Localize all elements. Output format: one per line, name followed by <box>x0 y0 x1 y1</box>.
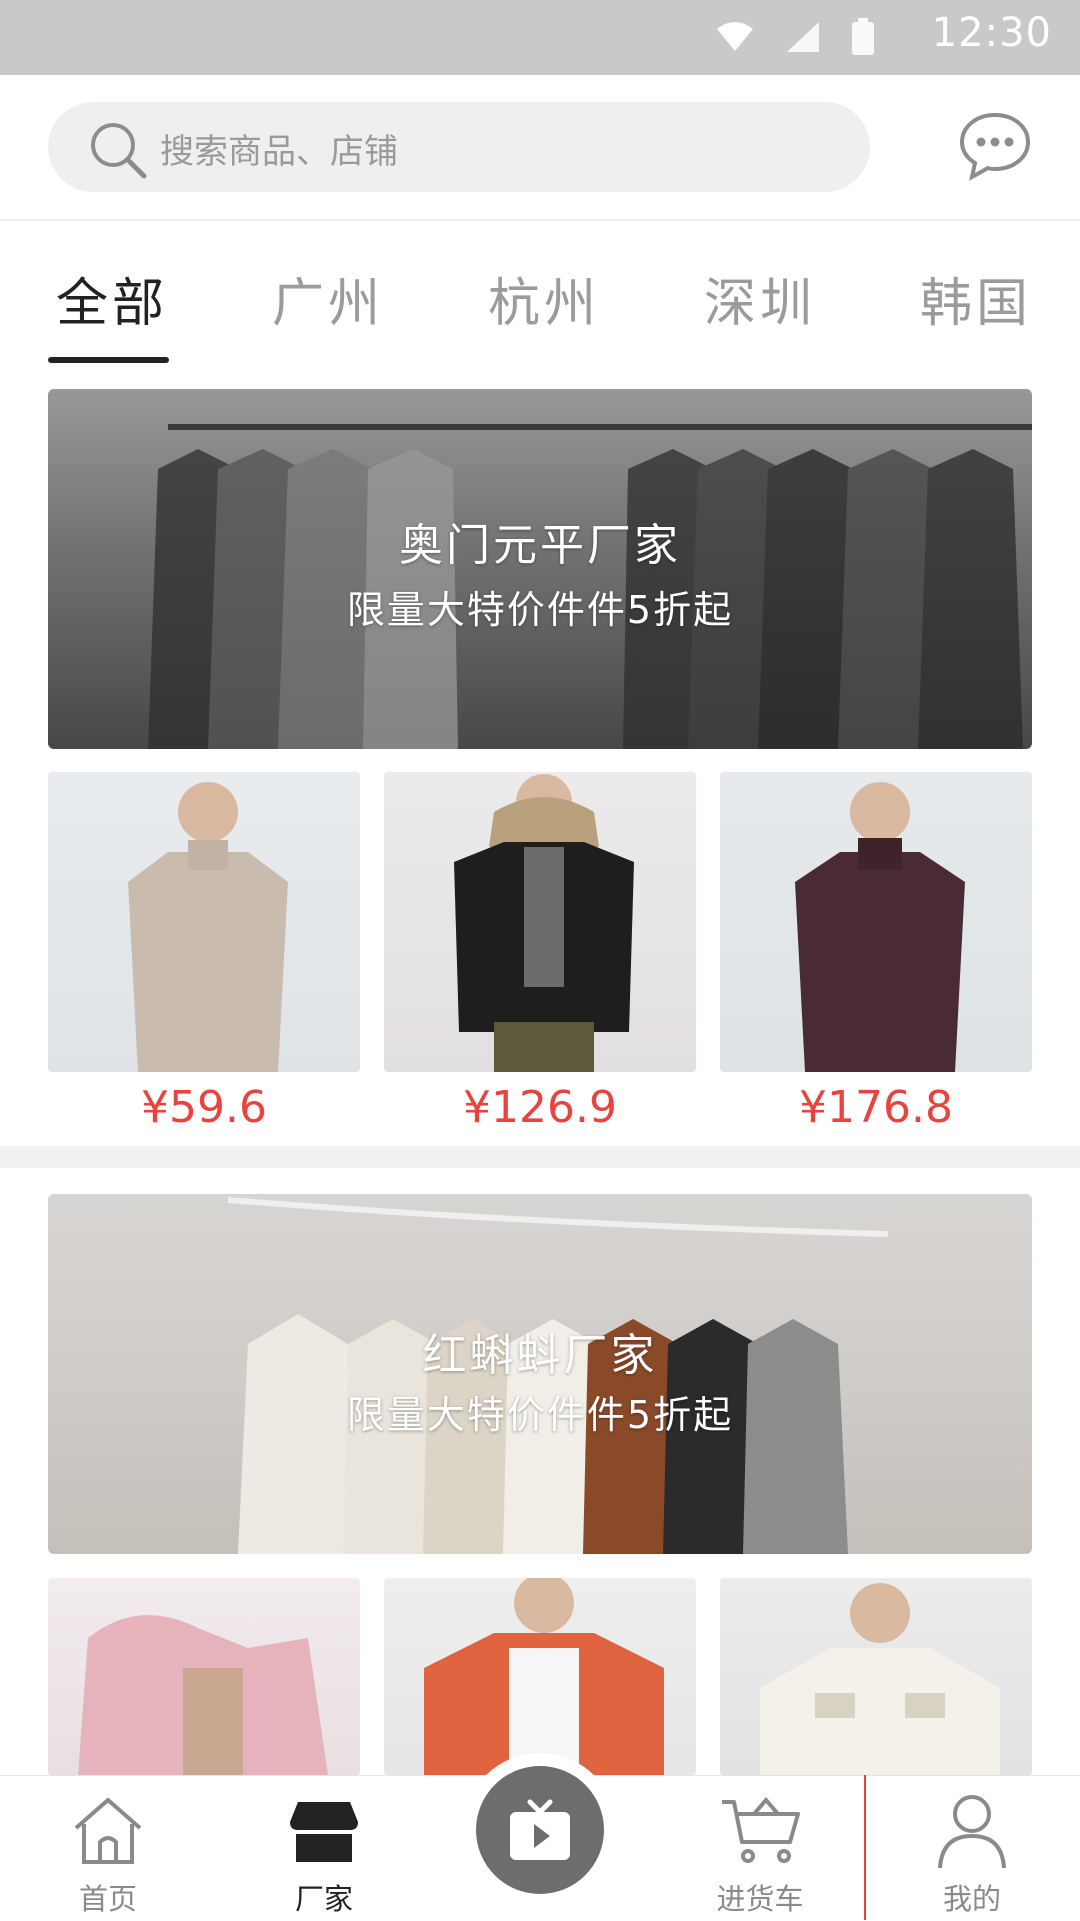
search-icon <box>91 123 147 179</box>
product-price: ¥176.8 <box>799 1082 953 1133</box>
turtleneck-image <box>795 782 965 1072</box>
play-tv-icon <box>510 1799 570 1860</box>
nav-cart[interactable]: 进货车 <box>680 1776 840 1921</box>
nav-cart-label: 进货车 <box>716 1882 804 1916</box>
product-image[interactable] <box>720 1578 1032 1775</box>
factory-name: 红蝌蚪厂家 <box>422 1330 658 1381</box>
factory-name: 奥门元平厂家 <box>399 520 681 571</box>
product-image[interactable] <box>384 1578 696 1775</box>
cart-icon <box>722 1796 800 1863</box>
battery-icon <box>852 18 874 55</box>
tab-all[interactable]: 全部 <box>56 261 168 336</box>
promo-text: 限量大特价件件5折起 <box>346 1393 734 1437</box>
orange-coat-image <box>424 1578 664 1775</box>
tab-korea[interactable]: 韩国 <box>920 261 1032 336</box>
nav-home-label: 首页 <box>78 1882 137 1916</box>
status-time: 12:30 <box>931 10 1052 56</box>
jacket-image <box>454 774 634 1072</box>
live-video-button-inner <box>476 1766 604 1894</box>
nav-factory-label: 厂家 <box>294 1882 353 1916</box>
product-price: ¥126.9 <box>463 1082 617 1133</box>
sweater-image <box>128 782 288 1072</box>
store-icon <box>290 1802 358 1862</box>
tab-shenzhen[interactable]: 深圳 <box>704 261 816 336</box>
person-icon <box>938 1795 1006 1869</box>
divider-line <box>864 1775 866 1920</box>
nav-factory[interactable]: 厂家 <box>254 1776 394 1921</box>
product-image[interactable] <box>48 772 360 1072</box>
header: 搜索商品、店铺 <box>0 75 1080 221</box>
message-icon[interactable] <box>958 111 1032 181</box>
pink-puffer-image <box>78 1615 328 1775</box>
factory-banner[interactable]: 红蝌蚪厂家 限量大特价件件5折起 <box>48 1194 1032 1554</box>
product-price: ¥59.6 <box>141 1082 267 1133</box>
category-tabs: 全部 广州 杭州 深圳 韩国 <box>0 221 1080 366</box>
tab-indicator <box>48 357 169 363</box>
signal-icon <box>787 22 819 52</box>
nav-me-label: 我的 <box>942 1882 1001 1916</box>
nav-me[interactable]: 我的 <box>902 1776 1042 1921</box>
search-input[interactable]: 搜索商品、店铺 <box>48 102 870 192</box>
product-image[interactable] <box>48 1578 360 1775</box>
product-image[interactable] <box>720 772 1032 1072</box>
factory-banner[interactable]: 奥门元平厂家 限量大特价件件5折起 <box>48 389 1032 749</box>
tab-guangzhou[interactable]: 广州 <box>272 261 384 336</box>
promo-text: 限量大特价件件5折起 <box>346 588 734 632</box>
live-video-button[interactable] <box>463 1753 617 1907</box>
white-fur-coat-image <box>760 1583 1000 1775</box>
tab-hangzhou[interactable]: 杭州 <box>488 261 600 336</box>
product-image[interactable] <box>384 772 696 1072</box>
search-placeholder: 搜索商品、店铺 <box>160 132 398 172</box>
wifi-icon <box>717 22 753 51</box>
status-bar: 12:30 <box>0 0 1080 75</box>
nav-home[interactable]: 首页 <box>38 1776 178 1921</box>
section-divider <box>0 1146 1080 1168</box>
home-icon <box>74 1798 142 1864</box>
status-icons <box>715 18 875 56</box>
